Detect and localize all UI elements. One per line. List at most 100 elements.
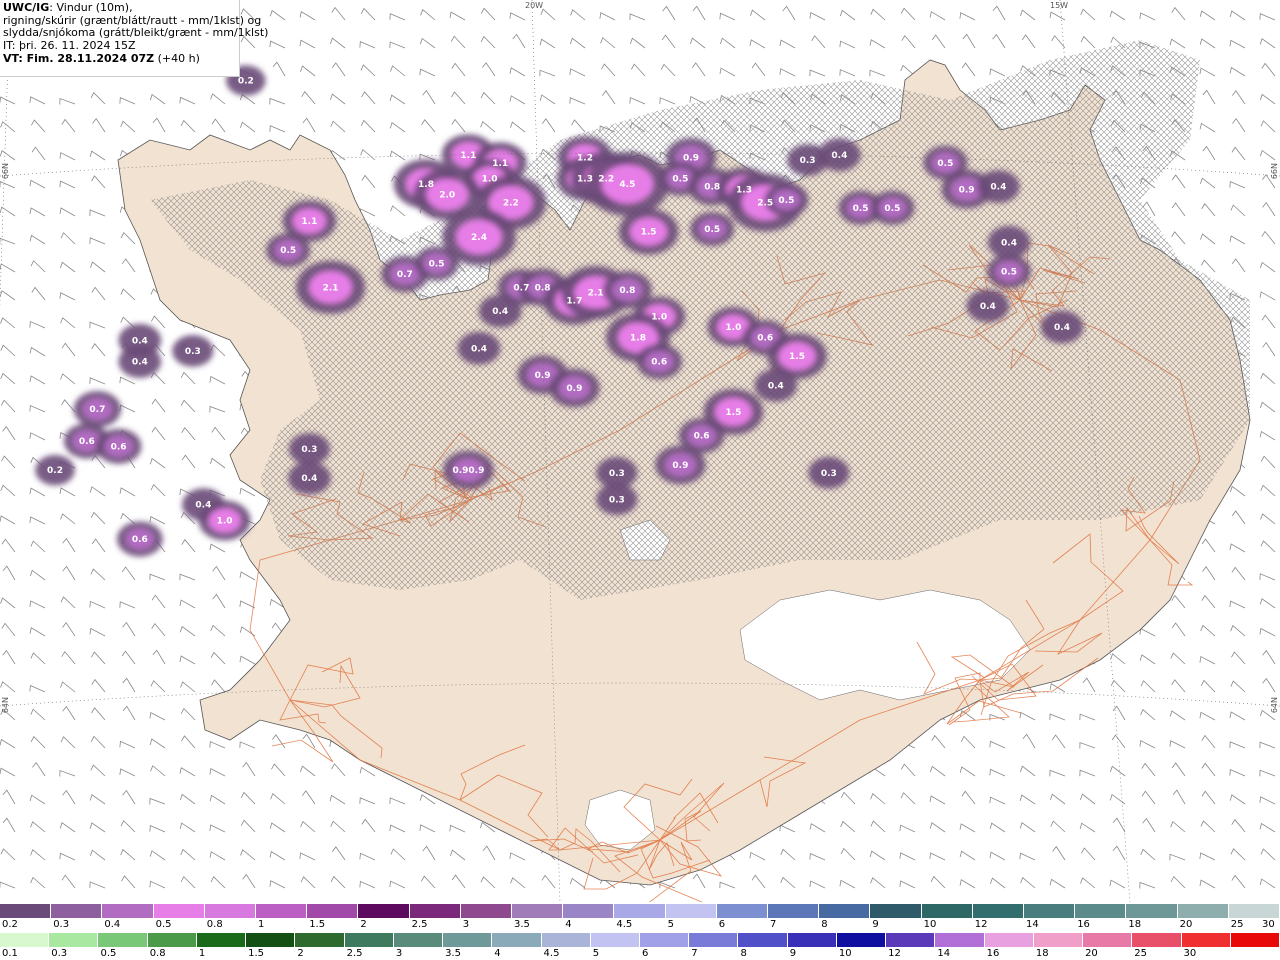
legend-label: 5 xyxy=(667,919,674,930)
precip-value-label: 0.5 xyxy=(1001,267,1017,277)
precip-value-label: 0.5 xyxy=(280,246,296,256)
precip-value-label: 0.5 xyxy=(778,196,794,206)
legend-swatch xyxy=(1177,904,1229,918)
precip-value-label: 2.4 xyxy=(471,233,487,243)
precip-value-label: 0.5 xyxy=(704,225,720,235)
precip-value-label: 0.5 xyxy=(853,204,869,214)
precip-value-label: 2.0 xyxy=(439,191,455,201)
legend-swatch xyxy=(886,933,936,947)
precip-value-label: 0.9 xyxy=(566,384,582,394)
legend-label: 4.5 xyxy=(616,919,633,930)
precip-value-label: 0.4 xyxy=(1054,323,1070,333)
valid-time: VT: Fim. 28.11.2024 07Z xyxy=(3,51,155,65)
precip-value-label: 0.9 xyxy=(535,371,551,381)
precip-value-label: 1.0 xyxy=(217,517,233,527)
legend-swatch xyxy=(640,933,690,947)
lat-label-66n-right: 66N xyxy=(1270,163,1279,180)
legend-swatch xyxy=(921,904,973,918)
legend-swatch xyxy=(1033,933,1084,947)
legend-label: 0.5 xyxy=(100,948,117,959)
precip-value-label: 0.5 xyxy=(884,204,900,214)
legend-label: 0.1 xyxy=(2,948,18,959)
forecast-info-box: UWC/IG: Vindur (10m), rigning/skúrir (gr… xyxy=(0,0,268,77)
legend-label: 0.8 xyxy=(149,948,166,959)
legend-label: 7 xyxy=(770,919,777,930)
lon-label-15w: 15W xyxy=(1050,1,1069,10)
legend-swatch xyxy=(409,904,461,918)
legend-swatch xyxy=(153,904,205,918)
legend-label: 0.8 xyxy=(206,919,223,930)
precip-value-label: 1.5 xyxy=(725,408,741,418)
legend-label: 14 xyxy=(937,948,951,959)
legend-swatch xyxy=(102,904,154,918)
precip-value-label: 0.7 xyxy=(513,283,529,293)
legend-label: 25 xyxy=(1230,919,1244,930)
legend-swatch xyxy=(563,904,615,918)
legend-label: 4 xyxy=(565,919,572,930)
legend-label: 4 xyxy=(494,948,501,959)
precip-value-label: 0.5 xyxy=(429,259,445,269)
precip-value-label: 1.0 xyxy=(725,323,741,333)
legend-label: 0.5 xyxy=(155,919,172,930)
precip-value-label: 0.3 xyxy=(301,445,317,455)
description-line-1: : Vindur (10m), xyxy=(49,1,133,14)
precip-value-label: 0.4 xyxy=(195,501,211,511)
precip-value-label: 0.9 xyxy=(959,185,975,195)
precip-value-label: 0.3 xyxy=(609,495,625,505)
legend-swatch xyxy=(256,904,308,918)
precip-value-label: 2.1 xyxy=(588,289,604,299)
lat-label-64n-right: 64N xyxy=(1270,697,1279,714)
precip-value-label: 0.8 xyxy=(535,283,551,293)
precip-value-label: 0.9 xyxy=(683,153,699,163)
precip-value-label: 2.5 xyxy=(757,199,773,209)
legend-swatch xyxy=(1228,904,1280,918)
legend-swatch xyxy=(147,933,197,947)
legend-label: 3.5 xyxy=(514,919,530,930)
legend-swatch xyxy=(1024,904,1076,918)
legend-swatch xyxy=(512,904,564,918)
model-name: UWC/IG xyxy=(3,1,50,14)
legend-swatch xyxy=(98,933,148,947)
precip-value-label: 1.7 xyxy=(566,297,582,307)
legend-label: 20 xyxy=(1179,919,1193,930)
lon-label-20w: 20W xyxy=(525,1,544,10)
precip-value-label: 0.3 xyxy=(821,469,837,479)
precip-value-label: 0.6 xyxy=(111,442,127,452)
precip-value-label: 1.5 xyxy=(789,352,805,362)
legend-label: 1.5 xyxy=(248,948,265,959)
legend-label: 5 xyxy=(592,948,600,959)
precip-value-label: 0.3 xyxy=(609,469,625,479)
legend-swatch xyxy=(0,933,50,947)
precip-value-label: 0.9 xyxy=(672,461,688,471)
precip-value-label: 0.5 xyxy=(937,159,953,169)
legend-swatch xyxy=(689,933,739,947)
legend-swatch xyxy=(1181,933,1231,947)
legend-swatch xyxy=(984,933,1034,947)
precip-value-label: 0.6 xyxy=(651,358,667,368)
lat-label-64n-left: 64N xyxy=(1,697,10,714)
precip-value-label: 2.2 xyxy=(503,199,519,209)
legend-label: 8 xyxy=(821,919,828,930)
legend-label: 0.4 xyxy=(104,919,121,930)
legend-swatch xyxy=(614,904,666,918)
precip-value-label: 0.7 xyxy=(397,270,413,280)
legend-label: 16 xyxy=(1077,919,1090,930)
rain-scale-labels: 0.1 0.3 0.5 0.8 1 1.5 2 2.5 3 3.5 4 4.5 5 6 7 8 9 10 12 14 1… xyxy=(0,948,1280,960)
legend-swatch xyxy=(460,904,512,918)
rain-color-scale xyxy=(0,933,1280,947)
legend-swatch xyxy=(972,904,1024,918)
precip-value-label: 0.6 xyxy=(79,437,95,447)
legend-label: 3 xyxy=(462,919,470,930)
precip-value-label: 0.6 xyxy=(694,432,710,442)
precip-value-label: 4.5 xyxy=(619,180,635,190)
precip-value-label: 0.4 xyxy=(1001,238,1017,248)
precip-value-label: 1.3 xyxy=(736,185,752,195)
legend-swatch xyxy=(204,904,256,918)
legend-label: 0.3 xyxy=(53,919,70,930)
legend-label: 3 xyxy=(395,948,403,959)
legend-swatch xyxy=(819,904,871,918)
legend-label: 30 xyxy=(1262,919,1275,930)
legend-label: 30 xyxy=(1183,948,1197,959)
precip-value-label: 0.4 xyxy=(132,358,148,368)
info-title-line: UWC/IG: Vindur (10m), xyxy=(3,1,236,15)
